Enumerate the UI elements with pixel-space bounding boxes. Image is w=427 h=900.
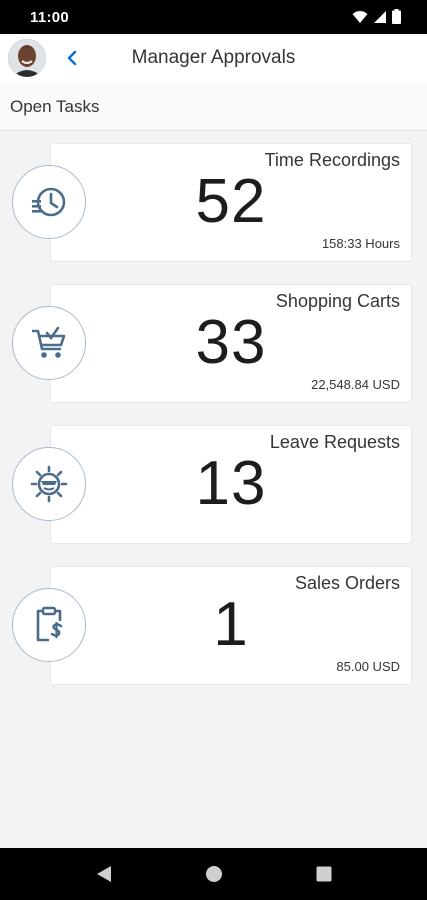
history-clock-icon	[32, 187, 66, 217]
back-triangle-icon	[97, 866, 111, 882]
home-circle-icon	[206, 866, 222, 882]
tile-leave-requests[interactable]: Leave Requests 13	[50, 425, 412, 544]
tile-subtitle: 22,548.84 USD	[311, 377, 400, 392]
nav-recents-button[interactable]	[315, 864, 333, 889]
shopping-cart-icon	[32, 326, 66, 358]
status-icons	[352, 9, 401, 24]
tile-icon-circle[interactable]	[12, 306, 86, 380]
sun-vacation-icon	[30, 465, 68, 503]
nav-back-button[interactable]	[95, 864, 113, 889]
tile-count: 1	[213, 590, 249, 659]
page-title: Manager Approvals	[131, 47, 296, 68]
section-header: Open Tasks	[0, 82, 427, 131]
status-bar: 11:00	[0, 0, 427, 34]
tile-icon-circle[interactable]	[12, 447, 86, 521]
app-header: Manager Approvals	[0, 34, 427, 82]
tile-count: 13	[195, 449, 267, 518]
tile-icon-circle[interactable]	[12, 588, 86, 662]
wifi-icon	[352, 10, 368, 23]
recents-square-icon	[316, 866, 332, 882]
tile-subtitle: 85.00 USD	[336, 659, 400, 674]
clipboard-dollar-icon	[36, 606, 63, 642]
nav-home-button[interactable]	[205, 864, 223, 889]
system-nav-bar	[0, 848, 427, 900]
tile-subtitle: 158:33 Hours	[321, 236, 400, 251]
cellular-signal-icon	[374, 10, 386, 23]
tile-sales-orders[interactable]: Sales Orders 1 85.00 USD	[50, 566, 412, 685]
tile-count: 33	[195, 308, 267, 377]
tile-count: 52	[195, 167, 267, 236]
battery-icon	[392, 9, 401, 24]
tile-icon-circle[interactable]	[12, 165, 86, 239]
tile-time-recordings[interactable]: Time Recordings 52 158:33 Hours	[50, 143, 412, 262]
status-time: 11:00	[30, 9, 70, 26]
section-label: Open Tasks	[10, 97, 100, 116]
tile-shopping-carts[interactable]: Shopping Carts 33 22,548.84 USD	[50, 284, 412, 403]
